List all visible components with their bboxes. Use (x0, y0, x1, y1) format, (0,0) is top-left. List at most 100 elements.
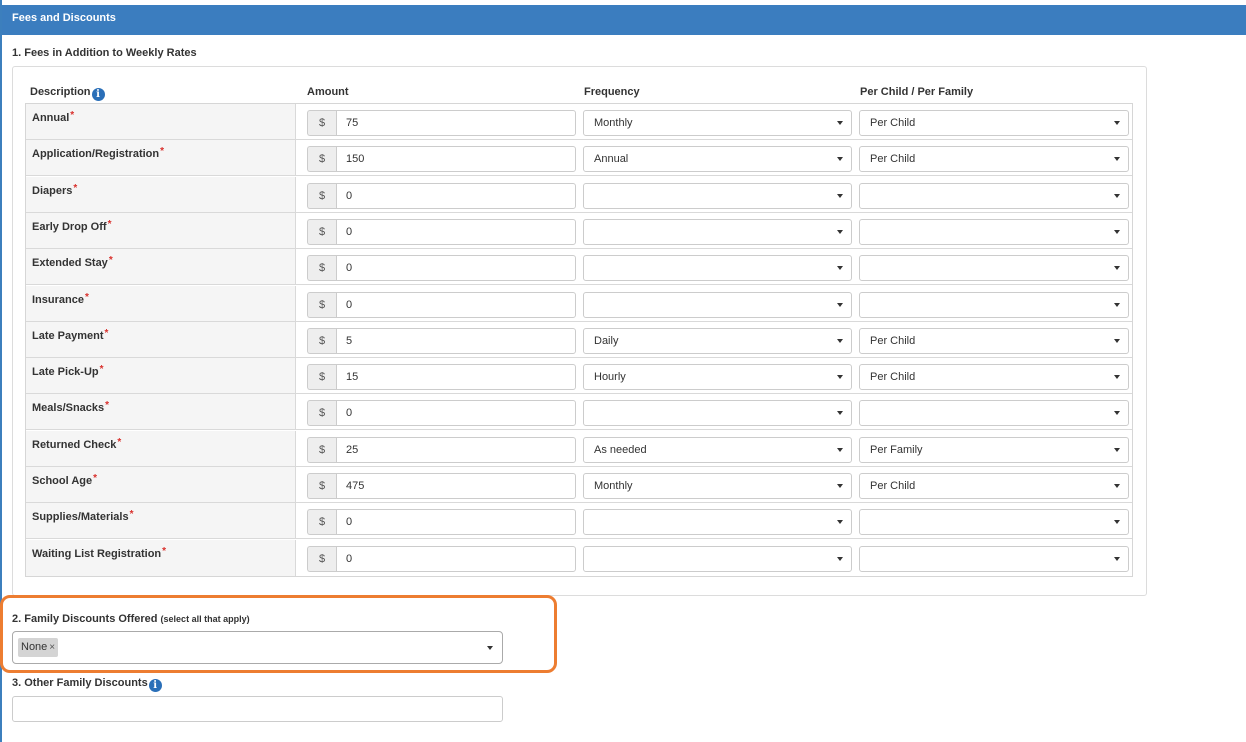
amount-input[interactable] (336, 509, 576, 536)
info-icon[interactable]: i (91, 88, 105, 101)
frequency-select[interactable] (583, 545, 852, 572)
remove-tag-icon[interactable]: × (49, 642, 55, 653)
amount-input[interactable] (336, 327, 576, 354)
frequency-select[interactable]: Monthly (583, 473, 852, 499)
table-row: Annual* $ Monthly Per Child (26, 104, 1132, 140)
required-marker: * (104, 327, 109, 339)
per-child-family-select[interactable] (859, 400, 1129, 427)
fee-description: Application/Registration* (26, 140, 296, 176)
other-discounts-input[interactable] (12, 696, 503, 722)
fee-description: Waiting List Registration* (26, 539, 296, 576)
chevron-down-icon (1114, 447, 1120, 452)
table-row: Returned Check* $ As needed Per Family (26, 430, 1132, 467)
amount-group: $ (307, 291, 576, 318)
amount-input[interactable] (336, 218, 576, 245)
family-discounts-select[interactable]: None × (12, 631, 503, 664)
fees-table: Annual*$MonthlyPer ChildApplication/Regi… (25, 103, 1133, 577)
table-row: Extended Stay* $ (26, 249, 1132, 286)
frequency-select[interactable]: Annual (583, 146, 852, 173)
amount-input[interactable] (336, 545, 576, 572)
per-child-family-select[interactable] (859, 255, 1129, 282)
table-row: Late Pick-Up* $ Hourly Per Child (26, 358, 1132, 395)
chevron-down-icon (1114, 411, 1120, 416)
currency-addon: $ (307, 436, 336, 463)
currency-addon: $ (307, 545, 336, 572)
frequency-select[interactable]: Hourly (583, 364, 852, 391)
discounts-hint: (select all that apply) (160, 614, 250, 624)
frequency-select[interactable] (583, 182, 852, 209)
frequency-select[interactable] (583, 291, 852, 318)
currency-addon: $ (307, 364, 336, 391)
required-marker: * (129, 509, 134, 521)
selected-tag: None × (18, 638, 59, 657)
amount-input[interactable] (336, 110, 576, 136)
currency-addon: $ (307, 146, 336, 173)
amount-group: $ (307, 545, 576, 572)
amount-input[interactable] (336, 436, 576, 463)
section-discounts-title: 2. Family Discounts Offered (select all … (12, 613, 250, 625)
frequency-select[interactable] (583, 400, 852, 427)
per-child-family-select[interactable]: Per Child (859, 110, 1129, 136)
table-row: Late Payment* $ Daily Per Child (26, 321, 1132, 358)
amount-input[interactable] (336, 291, 576, 318)
frequency-select[interactable] (583, 509, 852, 536)
frequency-select[interactable]: Monthly (583, 110, 852, 136)
chevron-down-icon (1114, 302, 1120, 307)
per-child-family-select[interactable]: Per Child (859, 364, 1129, 391)
per-child-family-select[interactable] (859, 218, 1129, 245)
per-child-family-select[interactable]: Per Family (859, 436, 1129, 463)
required-marker: * (93, 473, 98, 484)
chevron-down-icon (1114, 229, 1120, 234)
chevron-down-icon (837, 411, 843, 416)
currency-addon: $ (307, 400, 336, 427)
info-icon[interactable]: i (148, 679, 162, 692)
amount-group: $ (307, 400, 576, 427)
column-per-header: Per Child / Per Family (860, 86, 974, 98)
fee-description: Late Payment* (26, 321, 296, 357)
chevron-down-icon (1114, 484, 1120, 488)
table-row: Application/Registration* $ Annual Per Chil… (26, 140, 1132, 177)
amount-input[interactable] (336, 255, 576, 282)
table-row: Supplies/Materials* $ (26, 503, 1132, 540)
amount-input[interactable] (336, 146, 576, 173)
currency-addon: $ (307, 218, 336, 245)
required-marker: * (107, 218, 112, 230)
chevron-down-icon (837, 447, 843, 452)
fee-description: Extended Stay* (26, 249, 296, 285)
amount-group: $ (307, 509, 576, 536)
per-child-family-select[interactable]: Per Child (859, 327, 1129, 354)
frequency-select[interactable] (583, 218, 852, 245)
fee-description: Annual* (26, 104, 296, 139)
frequency-select[interactable]: As needed (583, 436, 852, 463)
per-child-family-select[interactable]: Per Child (859, 146, 1129, 173)
column-frequency-header: Frequency (584, 86, 640, 98)
frequency-select[interactable]: Daily (583, 327, 852, 354)
frequency-select[interactable] (583, 255, 852, 282)
fee-description: Returned Check* (26, 430, 296, 466)
chevron-down-icon (837, 484, 843, 488)
per-child-family-select[interactable] (859, 291, 1129, 318)
currency-addon: $ (307, 110, 336, 136)
chevron-down-icon (837, 229, 843, 234)
chevron-down-icon (1114, 193, 1120, 198)
amount-group: $ (307, 218, 576, 245)
currency-addon: $ (307, 509, 336, 536)
chevron-down-icon (1114, 520, 1120, 525)
required-marker: * (160, 146, 165, 158)
amount-input[interactable] (336, 400, 576, 427)
chevron-down-icon (1114, 375, 1120, 380)
chevron-down-icon (1114, 121, 1120, 125)
table-row: School Age* $ Monthly Per Child (26, 467, 1132, 503)
chevron-down-icon (837, 375, 843, 380)
required-marker: * (99, 364, 104, 376)
per-child-family-select[interactable] (859, 182, 1129, 209)
per-child-family-select[interactable] (859, 509, 1129, 536)
amount-input[interactable] (336, 473, 576, 499)
currency-addon: $ (307, 255, 336, 282)
per-child-family-select[interactable]: Per Child (859, 473, 1129, 499)
amount-input[interactable] (336, 182, 576, 209)
column-description-header: Description i (30, 86, 105, 101)
per-child-family-select[interactable] (859, 545, 1129, 572)
chevron-down-icon (837, 520, 843, 525)
amount-input[interactable] (336, 364, 576, 391)
